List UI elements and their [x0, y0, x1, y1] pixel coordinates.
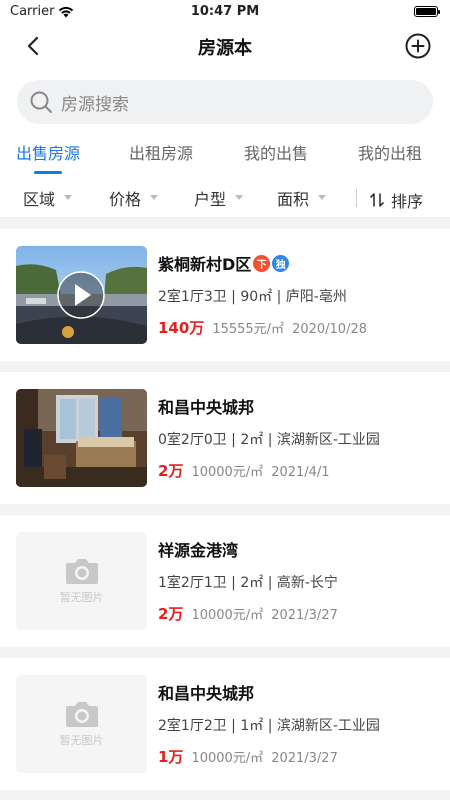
listing-card[interactable]: 暂无图片 祥源金港湾 1室2厅1卫 | 2㎡ | 高新-长宁 2万 10000元…	[0, 515, 450, 647]
tab-sale-listings[interactable]: 出售房源	[16, 140, 80, 174]
page-title: 房源本	[198, 38, 252, 59]
no-photo-placeholder: 暂无图片	[16, 532, 147, 630]
camera-icon	[65, 559, 98, 584]
listing-detail: 2室1厅2卫 | 1㎡ | 滨湖新区-工业园	[158, 718, 380, 734]
tab-my-sales[interactable]: 我的出售	[244, 140, 308, 174]
unit-price: 10000元/㎡	[191, 465, 264, 480]
search-placeholder: 房源搜索	[61, 94, 129, 115]
listing-date: 2021/3/27	[271, 608, 338, 623]
listing-info: 祥源金港湾 1室2厅1卫 | 2㎡ | 高新-长宁 2万 10000元/㎡ 20…	[158, 537, 440, 624]
listing-title-row: 紫桐新村D区 下 独	[158, 251, 440, 275]
listing-title-row: 和昌中央城邦	[158, 680, 440, 704]
listing-title: 和昌中央城邦	[158, 684, 255, 703]
video-thumbnail[interactable]	[16, 246, 147, 344]
room-interior-image	[16, 389, 147, 487]
tab-my-rentals[interactable]: 我的出租	[358, 140, 422, 174]
listing-info: 紫桐新村D区 下 独 2室1厅3卫 | 90㎡ | 庐阳-亳州 140万 155…	[158, 251, 440, 338]
unit-price: 10000元/㎡	[191, 751, 264, 766]
sort-icon	[370, 193, 384, 207]
listing-card[interactable]: 和昌中央城邦 0室2厅0卫 | 2㎡ | 滨湖新区-工业园 2万 10000元/…	[0, 372, 450, 504]
price-row: 2万 10000元/㎡ 2021/4/1	[158, 460, 440, 481]
listing-price: 2万	[158, 605, 184, 623]
listing-date: 2020/10/28	[292, 322, 367, 337]
sort-label: 排序	[391, 192, 424, 211]
search-section: 房源搜索	[0, 66, 450, 134]
unit-price: 15555元/㎡	[212, 322, 285, 337]
listing-price: 2万	[158, 462, 184, 480]
listing-date: 2021/4/1	[271, 465, 330, 480]
listing-price: 140万	[158, 319, 205, 337]
tab-label: 出售房源	[16, 144, 81, 163]
tab-rent-listings[interactable]: 出租房源	[129, 140, 193, 174]
no-photo-placeholder: 暂无图片	[16, 675, 147, 773]
listing-date: 2021/3/27	[271, 751, 338, 766]
street-scene-image	[16, 246, 147, 344]
filter-label: 区域	[23, 189, 56, 209]
listing-detail: 2室1厅3卫 | 90㎡ | 庐阳-亳州	[158, 289, 347, 305]
listing-detail: 0室2厅0卫 | 2㎡ | 滨湖新区-工业园	[158, 432, 380, 448]
listing-photo	[16, 389, 147, 487]
tab-label: 出租房源	[129, 144, 194, 163]
listing-tabs: 出售房源 出租房源 我的出售 我的出租	[0, 134, 450, 178]
tag-badge: 下	[253, 254, 271, 272]
dropdown-caret-icon	[64, 195, 73, 200]
dropdown-caret-icon	[235, 195, 244, 200]
battery-icon	[414, 6, 440, 17]
listing-card[interactable]: 紫桐新村D区 下 独 2室1厅3卫 | 90㎡ | 庐阳-亳州 140万 155…	[0, 229, 450, 361]
price-row: 1万 10000元/㎡ 2021/3/27	[158, 746, 440, 767]
filter-price[interactable]: 价格	[109, 186, 159, 210]
no-photo-text: 暂无图片	[59, 591, 104, 604]
listing-title-row: 和昌中央城邦	[158, 394, 440, 418]
listing-info: 和昌中央城邦 0室2厅0卫 | 2㎡ | 滨湖新区-工业园 2万 10000元/…	[158, 394, 440, 481]
listing-title: 和昌中央城邦	[158, 398, 255, 417]
filter-label: 户型	[194, 189, 227, 209]
filter-region[interactable]: 区域	[23, 186, 73, 210]
active-tab-indicator	[34, 171, 63, 174]
listing-info: 和昌中央城邦 2室1厅2卫 | 1㎡ | 滨湖新区-工业园 1万 10000元/…	[158, 680, 440, 767]
status-bar: Carrier 10:47 PM	[0, 0, 450, 26]
sort-button[interactable]: 排序	[369, 188, 423, 212]
search-icon	[30, 91, 52, 113]
unit-price: 10000元/㎡	[191, 608, 264, 623]
filter-label: 价格	[109, 189, 142, 209]
listing-title: 祥源金港湾	[158, 541, 239, 560]
search-input[interactable]: 房源搜索	[17, 80, 433, 124]
tab-label: 我的出租	[358, 144, 423, 163]
dropdown-caret-icon	[150, 195, 159, 200]
tab-label: 我的出售	[244, 144, 309, 163]
price-row: 140万 15555元/㎡ 2020/10/28	[158, 317, 440, 338]
navigation-bar: 房源本	[0, 26, 450, 66]
dropdown-caret-icon	[318, 195, 327, 200]
filter-bar: 区域 价格 户型 面积 排序	[0, 178, 450, 218]
filter-layout[interactable]: 户型	[194, 186, 244, 210]
listing-title-row: 祥源金港湾	[158, 537, 440, 561]
add-circle-icon[interactable]	[404, 32, 432, 60]
camera-icon	[65, 702, 98, 727]
clock: 10:47 PM	[190, 4, 260, 19]
listing-title: 紫桐新村D区	[158, 255, 252, 274]
tag-badge: 独	[272, 254, 290, 272]
filter-label: 面积	[277, 189, 310, 209]
listing-list: 紫桐新村D区 下 独 2室1厅3卫 | 90㎡ | 庐阳-亳州 140万 155…	[0, 229, 450, 790]
listing-card[interactable]: 暂无图片 和昌中央城邦 2室1厅2卫 | 1㎡ | 滨湖新区-工业园 1万 10…	[0, 658, 450, 790]
filter-divider	[356, 189, 357, 207]
filter-area[interactable]: 面积	[277, 186, 327, 210]
no-photo-text: 暂无图片	[59, 734, 104, 747]
listing-detail: 1室2厅1卫 | 2㎡ | 高新-长宁	[158, 575, 338, 591]
price-row: 2万 10000元/㎡ 2021/3/27	[158, 603, 440, 624]
listing-price: 1万	[158, 748, 184, 766]
